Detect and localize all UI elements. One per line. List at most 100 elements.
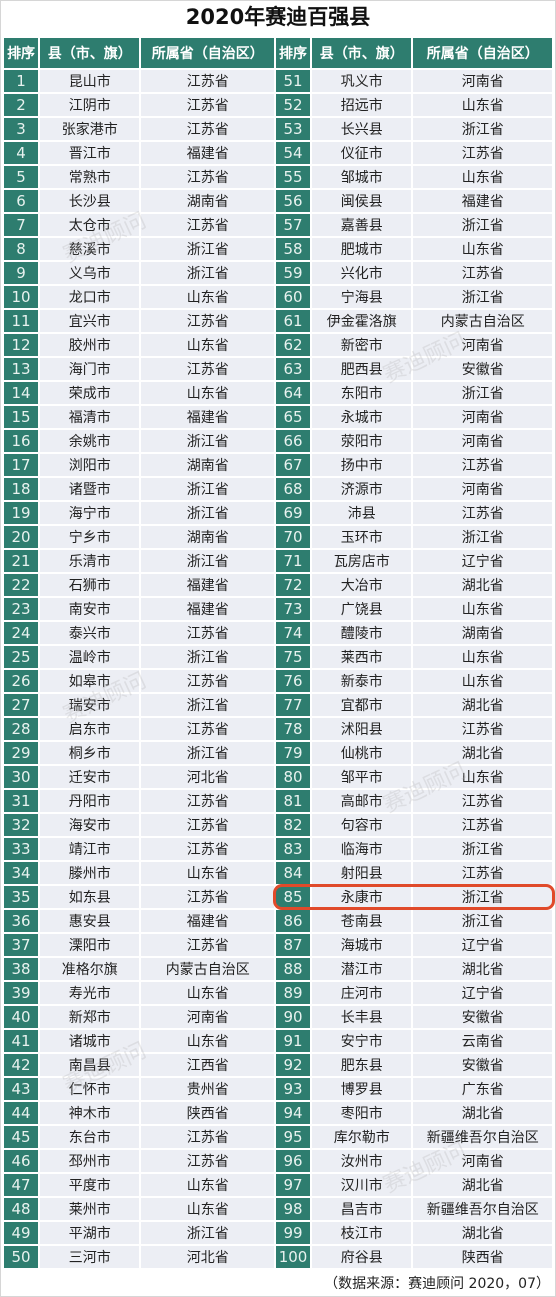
left-rank-cell: 48	[4, 1198, 39, 1220]
right-rank-cell: 71	[275, 550, 311, 572]
right-province-cell: 浙江省	[413, 838, 552, 860]
left-county-cell: 余姚市	[40, 430, 140, 452]
left-province-cell: 江苏省	[141, 838, 274, 860]
right-county-cell: 府谷县	[312, 1246, 412, 1268]
right-county-cell: 瓦房店市	[312, 550, 412, 572]
right-rank-cell: 59	[275, 262, 311, 284]
table-row: 28 启东市 江苏省 78 沭阳县 江苏省	[4, 718, 552, 740]
right-county-cell: 嘉善县	[312, 214, 412, 236]
left-province-cell: 浙江省	[141, 694, 274, 716]
left-province-cell: 陕西省	[141, 1102, 274, 1124]
left-county-cell: 长沙县	[40, 190, 140, 212]
left-rank-cell: 12	[4, 334, 39, 356]
left-province-cell: 湖南省	[141, 454, 274, 476]
right-county-cell: 博罗县	[312, 1078, 412, 1100]
right-province-cell: 江苏省	[413, 862, 552, 884]
left-county-cell: 泰兴市	[40, 622, 140, 644]
left-county-cell: 乐清市	[40, 550, 140, 572]
left-county-cell: 神木市	[40, 1102, 140, 1124]
left-rank-cell: 13	[4, 358, 39, 380]
left-rank-cell: 46	[4, 1150, 39, 1172]
right-rank-cell: 84	[275, 862, 311, 884]
right-province-cell: 辽宁省	[413, 550, 552, 572]
left-province-cell: 江苏省	[141, 94, 274, 116]
right-province-cell: 江苏省	[413, 814, 552, 836]
left-province-cell: 江苏省	[141, 310, 274, 332]
table-row: 7 太仓市 江苏省 57 嘉善县 浙江省	[4, 214, 552, 236]
table-row: 1 昆山市 江苏省 51 巩义市 河南省	[4, 70, 552, 92]
right-rank-cell: 53	[275, 118, 311, 140]
left-county-cell: 诸城市	[40, 1030, 140, 1052]
left-county-cell: 荣成市	[40, 382, 140, 404]
right-county-cell: 肥西县	[312, 358, 412, 380]
left-rank-cell: 2	[4, 94, 39, 116]
left-rank-cell: 9	[4, 262, 39, 284]
header-rank-right: 排序	[275, 38, 311, 68]
left-county-cell: 三河市	[40, 1246, 140, 1268]
left-province-cell: 山东省	[141, 382, 274, 404]
left-province-cell: 江苏省	[141, 1126, 274, 1148]
right-rank-cell: 80	[275, 766, 311, 788]
left-county-cell: 胶州市	[40, 334, 140, 356]
right-rank-cell: 100	[275, 1246, 311, 1268]
right-county-cell: 玉环市	[312, 526, 412, 548]
left-rank-cell: 39	[4, 982, 39, 1004]
right-rank-cell: 88	[275, 958, 311, 980]
left-rank-cell: 50	[4, 1246, 39, 1268]
right-province-cell: 山东省	[413, 766, 552, 788]
right-county-cell: 荥阳市	[312, 430, 412, 452]
table-row: 50 三河市 河北省 100 府谷县 陕西省	[4, 1246, 552, 1268]
left-province-cell: 河南省	[141, 1006, 274, 1028]
right-province-cell: 浙江省	[413, 286, 552, 308]
table-row: 29 桐乡市 浙江省 79 仙桃市 湖北省	[4, 742, 552, 764]
left-province-cell: 福建省	[141, 574, 274, 596]
right-county-cell: 莱西市	[312, 646, 412, 668]
right-county-cell: 新密市	[312, 334, 412, 356]
left-rank-cell: 23	[4, 598, 39, 620]
right-rank-cell: 87	[275, 934, 311, 956]
left-province-cell: 浙江省	[141, 646, 274, 668]
right-rank-cell: 99	[275, 1222, 311, 1244]
left-rank-cell: 41	[4, 1030, 39, 1052]
right-county-cell: 海城市	[312, 934, 412, 956]
right-rank-cell: 56	[275, 190, 311, 212]
right-county-cell: 长丰县	[312, 1006, 412, 1028]
table-row: 37 溧阳市 江苏省 87 海城市 辽宁省	[4, 934, 552, 956]
left-rank-cell: 37	[4, 934, 39, 956]
left-province-cell: 浙江省	[141, 1222, 274, 1244]
left-county-cell: 慈溪市	[40, 238, 140, 260]
right-county-cell: 枝江市	[312, 1222, 412, 1244]
right-rank-cell: 78	[275, 718, 311, 740]
right-rank-cell: 81	[275, 790, 311, 812]
left-county-cell: 常熟市	[40, 166, 140, 188]
left-county-cell: 海宁市	[40, 502, 140, 524]
table-row: 45 东台市 江苏省 95 库尔勒市 新疆维吾尔自治区	[4, 1126, 552, 1148]
table-row: 39 寿光市 山东省 89 庄河市 辽宁省	[4, 982, 552, 1004]
right-province-cell: 湖北省	[413, 574, 552, 596]
right-province-cell: 湖北省	[413, 1102, 552, 1124]
table-row: 3 张家港市 江苏省 53 长兴县 浙江省	[4, 118, 552, 140]
right-county-cell: 高邮市	[312, 790, 412, 812]
left-province-cell: 内蒙古自治区	[141, 958, 274, 980]
right-county-cell: 宜都市	[312, 694, 412, 716]
right-rank-cell: 69	[275, 502, 311, 524]
right-rank-cell: 94	[275, 1102, 311, 1124]
left-rank-cell: 5	[4, 166, 39, 188]
header-county-left: 县（市、旗）	[40, 38, 140, 68]
right-province-cell: 浙江省	[413, 886, 552, 908]
left-rank-cell: 7	[4, 214, 39, 236]
right-rank-cell: 74	[275, 622, 311, 644]
left-rank-cell: 6	[4, 190, 39, 212]
left-province-cell: 江苏省	[141, 814, 274, 836]
right-county-cell: 沛县	[312, 502, 412, 524]
table-row: 36 惠安县 福建省 86 苍南县 浙江省	[4, 910, 552, 932]
left-county-cell: 昆山市	[40, 70, 140, 92]
left-province-cell: 浙江省	[141, 238, 274, 260]
table-row: 25 温岭市 浙江省 75 莱西市 山东省	[4, 646, 552, 668]
table-row: 32 海安市 江苏省 82 句容市 江苏省	[4, 814, 552, 836]
right-rank-cell: 60	[275, 286, 311, 308]
left-county-cell: 海安市	[40, 814, 140, 836]
right-province-cell: 河南省	[413, 1150, 552, 1172]
left-county-cell: 靖江市	[40, 838, 140, 860]
left-province-cell: 山东省	[141, 1174, 274, 1196]
